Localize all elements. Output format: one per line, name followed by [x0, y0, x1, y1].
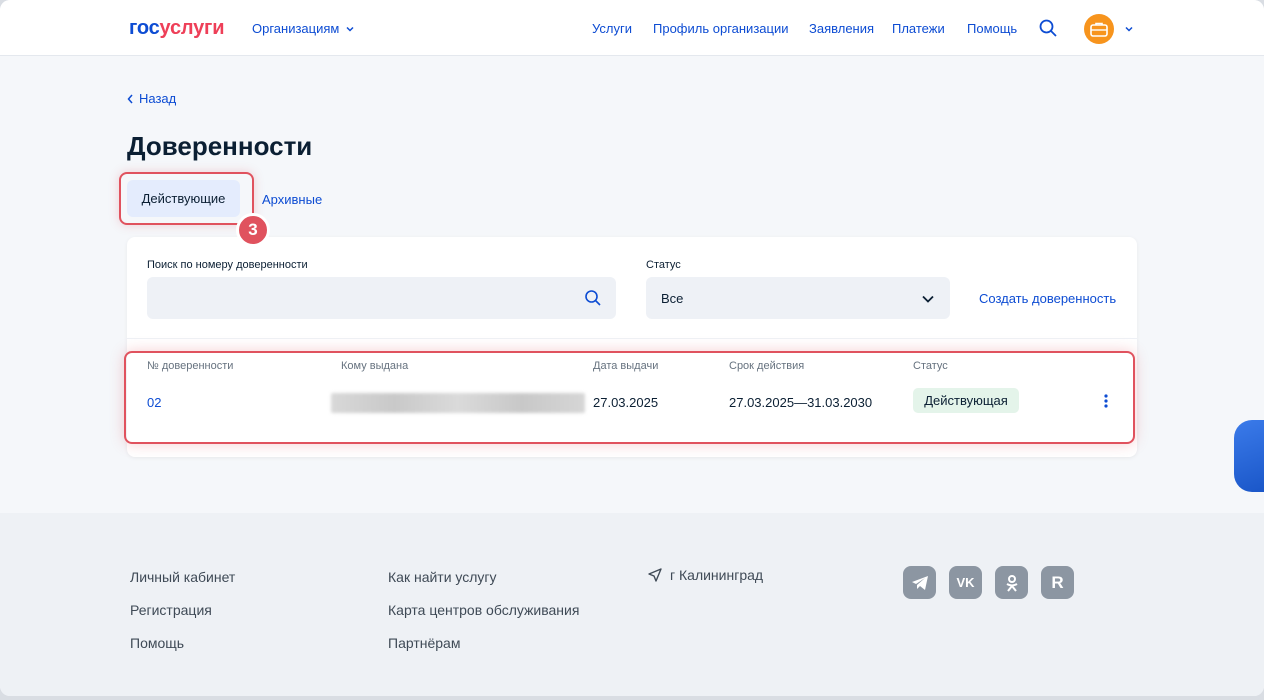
back-link-label: Назад	[139, 91, 177, 106]
city-label: г Калининград	[670, 567, 764, 583]
rutube-icon[interactable]: R	[1041, 566, 1074, 599]
footer-link-account[interactable]: Личный кабинет	[130, 569, 235, 585]
chevron-down-icon	[346, 26, 354, 32]
tab-active[interactable]: Действующие	[127, 180, 240, 217]
status-select[interactable]: Все	[646, 277, 950, 319]
browser-window: госуслуги Организациям Услуги Профиль ор…	[0, 0, 1264, 696]
rutube-glyph: R	[1051, 572, 1064, 592]
organizations-menu-label: Организациям	[252, 21, 340, 36]
telegram-icon[interactable]	[903, 566, 936, 599]
chevron-left-icon	[127, 94, 133, 103]
footer-link-partners[interactable]: Партнёрам	[388, 635, 460, 651]
logo-part-gos: гос	[129, 17, 160, 39]
back-link[interactable]: Назад	[127, 91, 176, 106]
search-input[interactable]	[147, 277, 616, 319]
vk-icon[interactable]: VK	[949, 566, 982, 599]
search-icon[interactable]	[584, 289, 602, 307]
chevron-down-icon	[922, 295, 934, 303]
nav-applications[interactable]: Заявления	[809, 21, 874, 36]
divider	[127, 338, 1137, 339]
nav-payments[interactable]: Платежи	[892, 21, 945, 36]
chevron-down-icon[interactable]	[1124, 24, 1134, 34]
site-header: госуслуги Организациям Услуги Профиль ор…	[0, 0, 1264, 56]
page-title: Доверенности	[127, 131, 313, 161]
ok-glyph-icon	[1005, 574, 1018, 592]
gosuslugi-logo[interactable]: госуслуги	[129, 17, 224, 40]
footer-link-service-centers[interactable]: Карта центров обслуживания	[388, 602, 579, 618]
location-arrow-icon	[648, 568, 662, 582]
footer-link-help[interactable]: Помощь	[130, 635, 184, 651]
footer-link-registration[interactable]: Регистрация	[130, 602, 212, 618]
logo-part-uslugi: услуги	[159, 17, 225, 39]
row-highlight-frame	[124, 351, 1135, 444]
nav-org-profile[interactable]: Профиль организации	[653, 21, 788, 36]
nav-help[interactable]: Помощь	[967, 21, 1017, 36]
briefcase-icon	[1090, 22, 1108, 37]
telegram-glyph-icon	[911, 575, 928, 590]
search-icon[interactable]	[1038, 18, 1058, 38]
status-filter-label: Статус	[646, 259, 681, 271]
create-power-of-attorney-link[interactable]: Создать доверенность	[979, 291, 1116, 306]
organizations-menu[interactable]: Организациям	[252, 21, 355, 36]
ok-icon[interactable]	[995, 566, 1028, 599]
vk-glyph: VK	[956, 575, 975, 590]
org-avatar[interactable]	[1084, 14, 1114, 44]
assistant-widget[interactable]	[1234, 420, 1264, 492]
search-label: Поиск по номеру доверенности	[147, 259, 308, 271]
city-selector[interactable]: г Калининград	[648, 567, 763, 583]
step-badge: 3	[236, 213, 270, 247]
nav-services[interactable]: Услуги	[592, 21, 632, 36]
footer-link-find-service[interactable]: Как найти услугу	[388, 569, 497, 585]
tab-archive[interactable]: Архивные	[262, 192, 322, 207]
